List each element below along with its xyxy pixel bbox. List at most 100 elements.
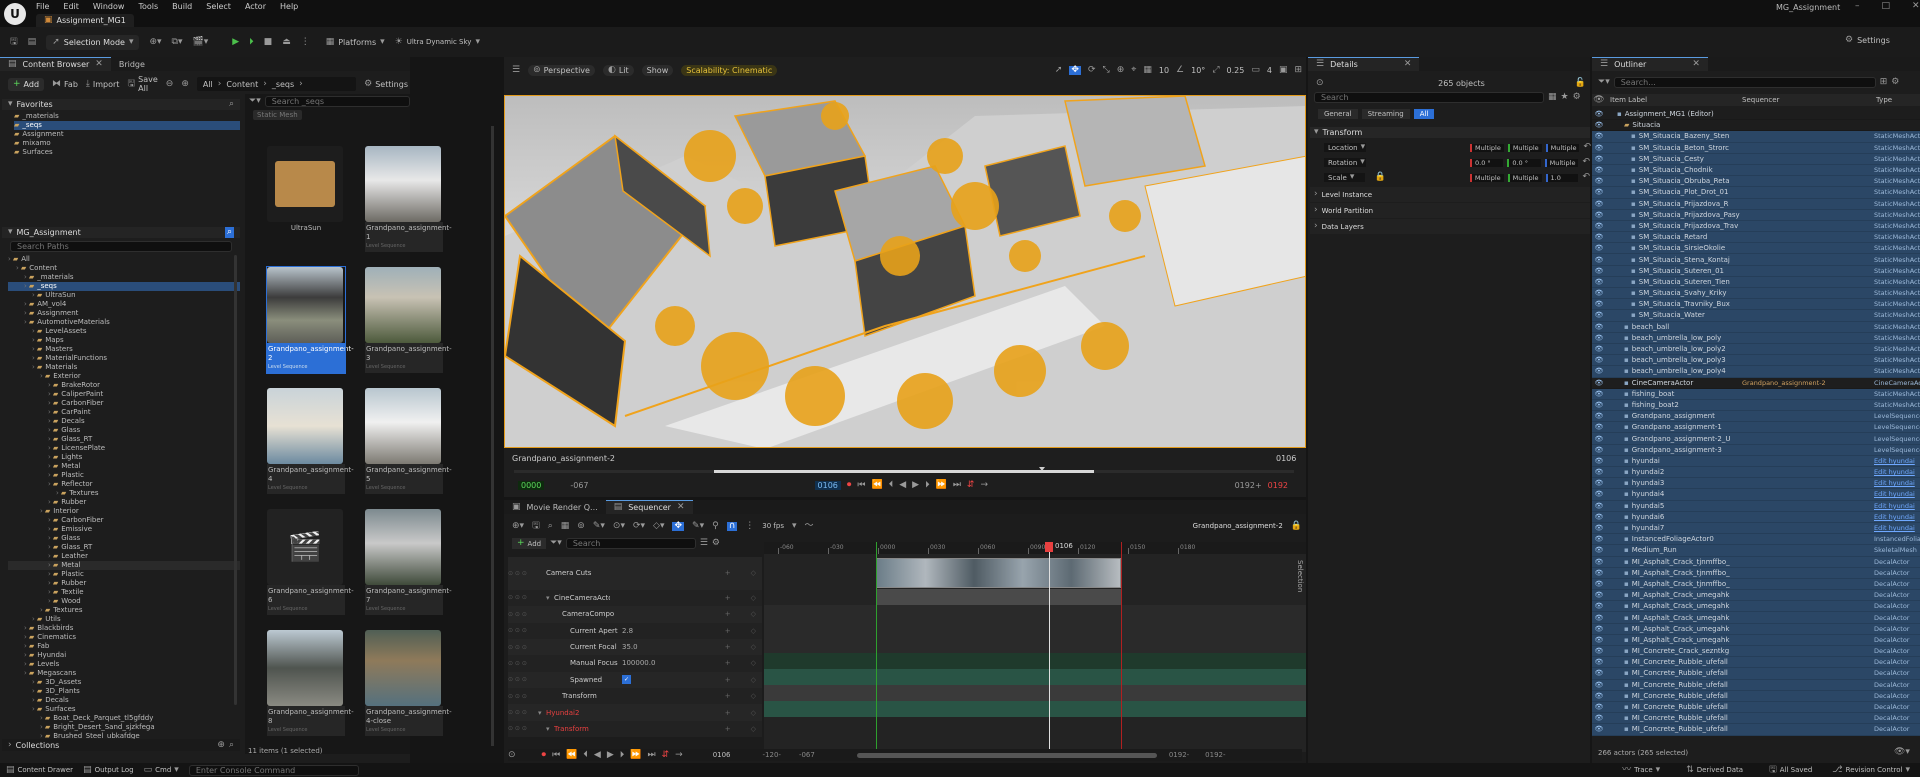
tree-item[interactable]: › ▰ Plastic [8,570,240,579]
outliner-row[interactable]: 👁 ▪ SM_Situacia_Retard StaticMeshAct [1592,232,1920,244]
location-y[interactable]: Multiple [1507,143,1542,152]
visibility-icon[interactable]: 👁 [1592,502,1606,510]
snap-options-icon[interactable]: ⋮ [745,521,754,531]
visibility-icon[interactable]: 👁 [1592,132,1606,140]
menu-build[interactable]: Build [172,2,192,11]
tree-item[interactable]: › ▰ Wood [8,597,240,606]
tree-item[interactable]: › ▰ LevelAssets [8,327,240,336]
outliner-row[interactable]: 👁 ▪ MI_Asphalt_Crack_umegahk DecalActor [1592,612,1920,624]
tree-item[interactable]: › ▰ CarbonFiber [8,516,240,525]
tree-item[interactable]: › ▰ Plastic [8,471,240,480]
asset-search-input[interactable] [264,95,410,107]
open-level-icon[interactable]: ▤ [28,37,37,47]
visibility-icon[interactable]: 👁 [1592,669,1606,677]
step-back-icon[interactable]: ⏴ [889,481,894,490]
visibility-icon[interactable]: 👁 [1592,155,1606,163]
rotation-snap-value[interactable]: 10° [1191,66,1205,75]
column-item-label[interactable]: Item Label [1606,96,1742,104]
keyframe-nav-icon[interactable]: ◇ [751,594,756,602]
outliner-row[interactable]: 👁 ▪ SM_Situacia_Plot_Drot_01 StaticMeshAct [1592,187,1920,199]
outliner-row[interactable]: 👁 ▪ hyundai7 Edit hyundai [1592,522,1920,535]
add-key-icon[interactable]: + [725,692,731,700]
blueprint-icon[interactable]: ⧉▾ [172,37,183,47]
perspective-button[interactable]: ⊚ Perspective [528,64,595,76]
location-dropdown[interactable]: Location ▾ [1324,143,1366,152]
tree-item[interactable]: › ▰ Emissive [8,525,240,534]
keyframe-nav-icon[interactable]: ◇ [751,627,756,635]
current-frame-field[interactable]: 0106 [713,751,731,759]
asset-tile[interactable]: Grandpano_assignment-5 Level Sequence [365,388,452,494]
tree-item[interactable]: › ▰ Metal [8,561,240,570]
track-row[interactable]: ⊙ ⊙ ⊙ Spawned ✓ + ◇ [508,671,762,689]
track-value[interactable]: 2.8 [622,627,658,635]
outliner-row[interactable]: 👁 ▪ hyundai5 Edit hyundai [1592,500,1920,512]
visibility-icon[interactable]: 👁 [1592,323,1606,331]
location-z[interactable]: Multiple [1545,143,1580,152]
console-input[interactable] [188,764,359,776]
outliner-row[interactable]: 👁 ▪ MI_Asphalt_Crack_tjnmffbo_ DecalActor [1592,578,1920,591]
visibility-icon[interactable]: 👁 [1592,412,1606,420]
camera-icon[interactable]: ⊚ [577,521,585,531]
visibility-icon[interactable]: 👁 [1592,311,1606,319]
add-key-icon[interactable]: + [725,594,731,602]
outliner-row[interactable]: 👁 ▪ MI_Asphalt_Crack_tjnmffbo_ DecalActor [1592,556,1920,568]
location-x[interactable]: Multiple [1470,143,1504,152]
arrow-right-icon[interactable]: → [980,481,988,490]
prev-key-icon[interactable]: ⏪ [872,481,883,490]
edit-link[interactable]: Edit hyundai [1874,468,1920,476]
selection-side-tab[interactable]: Selection [1296,560,1304,592]
transform-section[interactable] [764,669,1306,685]
outliner-row[interactable]: 👁 ▪ fishing_boat2 StaticMeshAct [1592,399,1920,412]
visibility-icon[interactable]: 👁 [1592,703,1606,711]
add-collection-icon[interactable]: ⊕ [217,740,225,750]
sequence-breadcrumb[interactable]: Grandpano_assignment-2 [1193,522,1283,530]
viewport-start-frame[interactable]: 0000 [518,481,545,490]
visibility-icon[interactable]: 👁 [1592,256,1606,264]
tab-content-browser[interactable]: ▤ Content Browser ✕ [0,57,111,71]
scale-y[interactable]: Multiple [1507,173,1542,182]
track-value[interactable]: ✓ [622,675,631,685]
track-value[interactable]: 100000.0 [622,659,658,667]
scalability-badge[interactable]: Scalability: Cinematic [681,64,778,76]
tree-item[interactable]: › ▰ MaterialFunctions [8,354,240,363]
tree-item[interactable]: › ▰ Utils [8,615,240,624]
close-icon[interactable]: ✕ [95,60,103,69]
search-icon[interactable]: ⌕ [229,100,234,109]
lock-toggle-icon[interactable]: ⊙ ⊙ ⊙ [508,644,538,651]
favorite-item[interactable]: ▰ _seqs [14,121,240,130]
view-end-field[interactable]: 0192- [1205,751,1225,759]
outliner-row[interactable]: 👁 ▪ beach_umbrella_low_poly4 StaticMeshAct [1592,366,1920,378]
tree-item[interactable]: › ▰ Masters [8,345,240,354]
outliner-row[interactable]: 👁 ▪ SM_Situacia_Svahy_Kriky StaticMeshAct [1592,288,1920,300]
menu-tools[interactable]: Tools [138,2,158,11]
step-forward-icon[interactable]: ⏵ [925,481,930,490]
close-icon[interactable]: ✕ [1912,2,1920,11]
tree-item[interactable]: › ▰ Lights [8,453,240,462]
outliner-row[interactable]: 👁 ▪ Grandpano_assignment-3 LevelSequence [1592,444,1920,456]
asset-tile[interactable]: Grandpano_assignment-2 Level Sequence [266,266,354,374]
trace-button[interactable]: 〰 Trace ▾ [1622,765,1660,775]
outliner-row[interactable]: 👁 ▪ SM_Situacia_Cesty StaticMeshAct [1592,153,1920,165]
outliner-row[interactable]: 👁 ▪ beach_umbrella_low_poly2 StaticMeshAct [1592,343,1920,356]
cb-settings-button[interactable]: ⚙ Settings [364,79,408,89]
outliner-row[interactable]: 👁 ▪ SM_Situacia_Obruba_Reta StaticMeshAct [1592,176,1920,188]
outliner-row[interactable]: 👁 ▪ SM_Situacia_SirsieOkolie StaticMeshAct [1592,243,1920,255]
section-level-instance[interactable]: › Level Instance [1310,187,1590,202]
tree-item[interactable]: › ▰ UltraSun [8,291,240,300]
expand-icon[interactable]: ▾ [546,594,554,602]
filter-icon[interactable]: ⏷▾ [550,539,562,548]
more-icon[interactable]: ⋮ [301,37,310,47]
track-row[interactable]: ⊙ ⊙ ⊙ Camera Cuts + ◇ [508,557,762,590]
track-row[interactable]: ⊙ ⊙ ⊙ ▾ Hyundai2 + ◇ [508,704,762,721]
visibility-icon[interactable]: 👁 [1592,356,1606,364]
translate-tool-icon[interactable]: ✥ [1069,65,1081,75]
tree-item[interactable]: › ▰ Textile [8,588,240,597]
sequencer-binding[interactable]: Grandpano_assignment-2 [1742,379,1874,387]
root-header[interactable]: ▾ MG_Assignment ⌕ [2,227,240,238]
visibility-icon[interactable]: 👁 [1592,289,1606,297]
table-view-icon[interactable]: ▦ [1548,93,1557,102]
keyframe-nav-icon[interactable]: ◇ [751,692,756,700]
sky-button[interactable]: ☀ Ultra Dynamic Sky ▾ [395,37,480,47]
visibility-icon[interactable]: 👁 [1592,177,1606,185]
playhead-handle[interactable] [1045,542,1053,552]
